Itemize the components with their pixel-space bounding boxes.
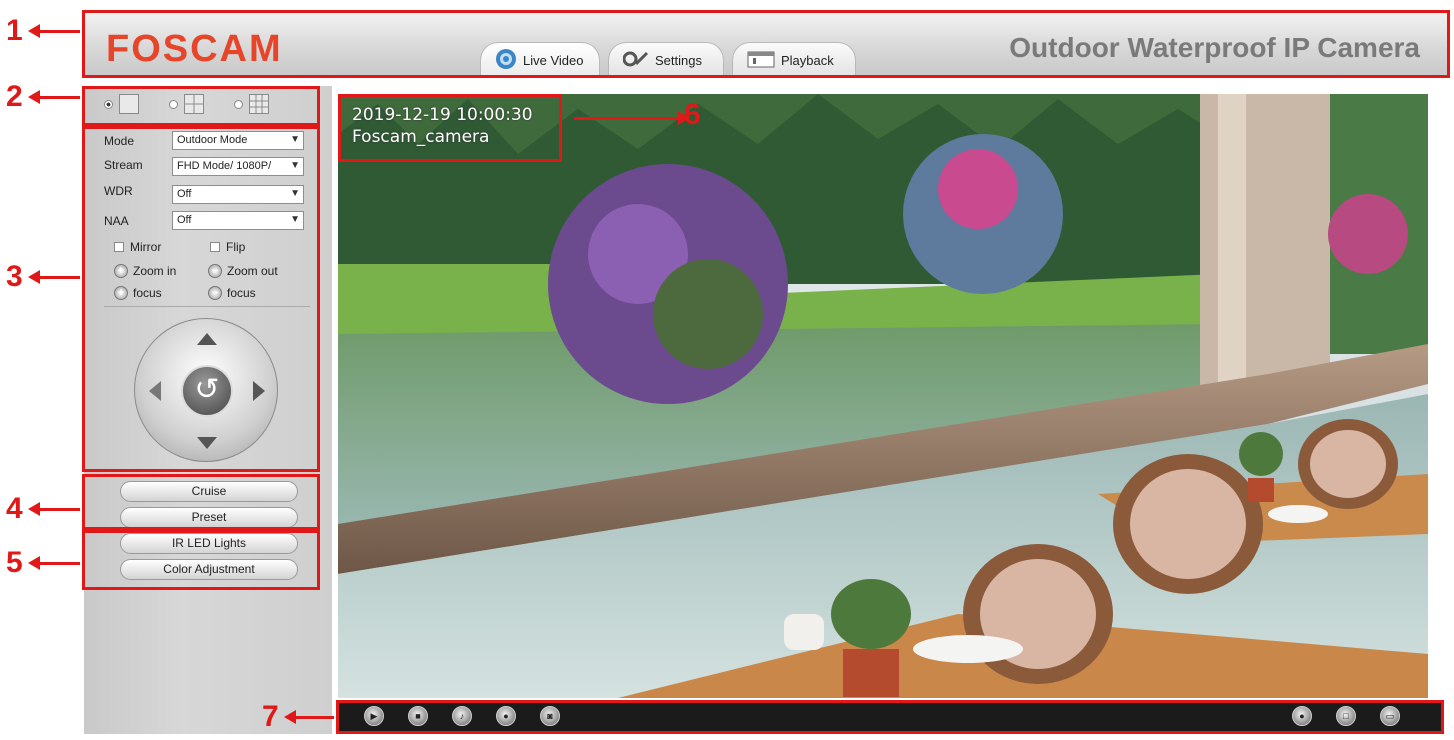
callout-3: 3 [6,260,23,293]
callout-arrow-4 [28,502,80,516]
callout-arrow-7 [284,710,334,724]
annotation-box-5 [82,530,320,590]
callout-1: 1 [6,14,23,47]
callout-arrow-1 [28,24,80,38]
callout-6: 6 [684,98,701,131]
callout-arrow-5 [28,556,80,570]
callout-4: 4 [6,492,23,525]
annotation-box-2 [82,86,320,126]
annotation-box-7 [336,700,1444,734]
annotation-box-3 [82,126,320,472]
annotation-box-4 [82,474,320,530]
callout-7: 7 [262,700,279,733]
annotation-box-6 [338,94,562,162]
annotation-box-1 [82,10,1450,78]
callout-arrow-6 [574,117,680,120]
callout-2: 2 [6,80,23,113]
app-window: FOSCAM Live Video Settings Playback Outd… [0,0,1454,740]
callout-arrow-2 [28,90,80,104]
callout-5: 5 [6,546,23,579]
callout-arrow-3 [28,270,80,284]
video-frame [338,94,1428,698]
live-video-view[interactable] [338,94,1428,698]
